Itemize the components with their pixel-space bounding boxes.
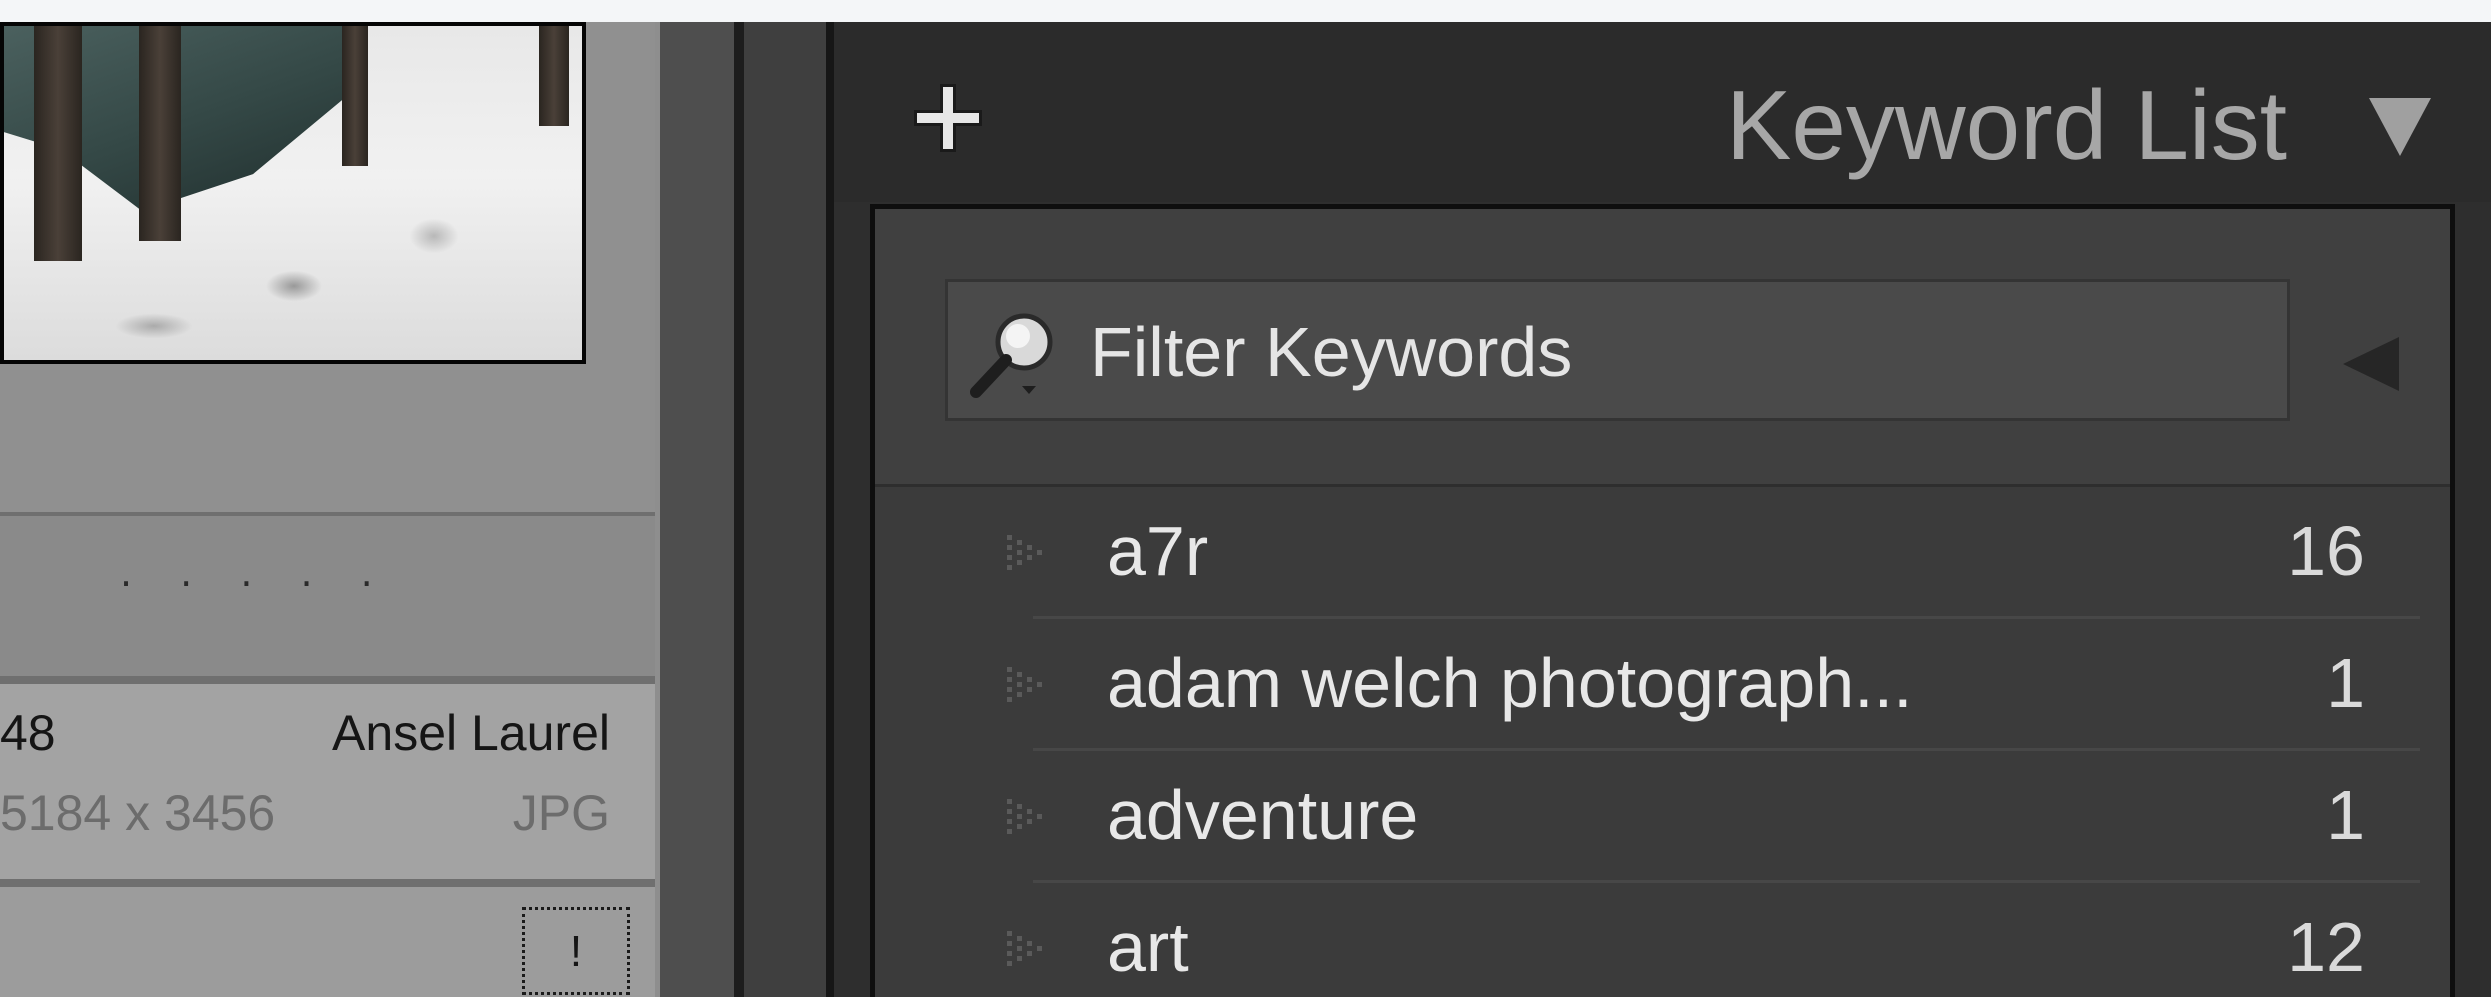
keyword-item[interactable]: adventure 1 <box>875 751 2450 883</box>
triangle-left-icon <box>2343 337 2399 391</box>
clear-filter-button[interactable] <box>2335 329 2405 399</box>
missing-file-badge[interactable]: ! <box>522 907 630 995</box>
photo-thumbnail[interactable] <box>0 22 586 364</box>
magnifier-icon[interactable] <box>966 302 1066 402</box>
drag-handle-icon[interactable] <box>1003 793 1053 843</box>
grid-view-panel: · · · · · 48 Ansel Laurel 5184 x 3456 JP… <box>0 22 660 997</box>
drag-handle-icon[interactable] <box>1003 661 1053 711</box>
keyword-label: adam welch photograph... <box>1107 644 1913 722</box>
photo-index: 48 <box>0 705 56 761</box>
side-panel-edge <box>826 22 834 997</box>
keyword-item[interactable]: art 12 <box>875 883 2450 997</box>
star-rating-dots[interactable]: · · · · · <box>120 562 391 606</box>
keyword-list-box: a7r 16 adam welch photograph... <box>870 204 2455 997</box>
keyword-count: 16 <box>2287 512 2365 590</box>
keyword-item[interactable]: a7r 16 <box>875 487 2450 619</box>
rating-area[interactable]: · · · · · <box>0 516 655 676</box>
top-edge <box>0 0 2491 22</box>
keyword-item[interactable]: adam welch photograph... 1 <box>875 619 2450 751</box>
thumbnail-tree-trunk <box>539 26 569 126</box>
photo-badge-area: ! <box>0 887 655 997</box>
photo-author: Ansel Laurel <box>332 705 610 761</box>
thumbnail-tree-trunk <box>342 26 368 166</box>
collapse-panel-button[interactable] <box>2365 92 2435 162</box>
keyword-count: 12 <box>2287 908 2365 986</box>
keyword-count: 1 <box>2326 644 2365 722</box>
keyword-list-header[interactable]: Keyword List <box>834 22 2491 202</box>
drag-handle-icon[interactable] <box>1003 925 1053 975</box>
keyword-count: 1 <box>2326 776 2365 854</box>
photo-filetype: JPG <box>512 785 610 841</box>
panel-title[interactable]: Keyword List <box>1726 70 2287 180</box>
photo-metadata: 48 Ansel Laurel 5184 x 3456 JPG <box>0 684 655 879</box>
keyword-label: art <box>1107 908 1189 986</box>
thumbnail-tree-trunk <box>34 26 82 261</box>
thumbnail-tree-trunk <box>139 26 181 241</box>
drag-handle-icon[interactable] <box>1003 529 1053 579</box>
keyword-list-panel: Keyword List Filter Keywords a7r 16 adam… <box>834 22 2491 997</box>
panel-gutter-edge <box>734 22 744 997</box>
photo-cell-image-area[interactable] <box>0 22 655 512</box>
cell-divider <box>0 676 655 684</box>
photo-dimensions: 5184 x 3456 <box>0 785 276 841</box>
keyword-label: a7r <box>1107 512 1209 590</box>
side-panel-strip <box>744 22 826 997</box>
keyword-list: a7r 16 adam welch photograph... 1 advent… <box>875 487 2450 997</box>
plus-icon <box>914 84 982 152</box>
panel-gutter <box>660 22 734 997</box>
cell-divider <box>0 879 655 887</box>
keyword-label: adventure <box>1107 776 1419 854</box>
triangle-down-icon <box>2369 98 2431 156</box>
add-keyword-button[interactable] <box>908 78 988 158</box>
filter-zone <box>875 209 2450 487</box>
filter-keywords-field[interactable] <box>945 279 2290 421</box>
filter-keywords-input[interactable] <box>1088 296 2272 408</box>
lightroom-window: · · · · · 48 Ansel Laurel 5184 x 3456 JP… <box>0 0 2491 997</box>
